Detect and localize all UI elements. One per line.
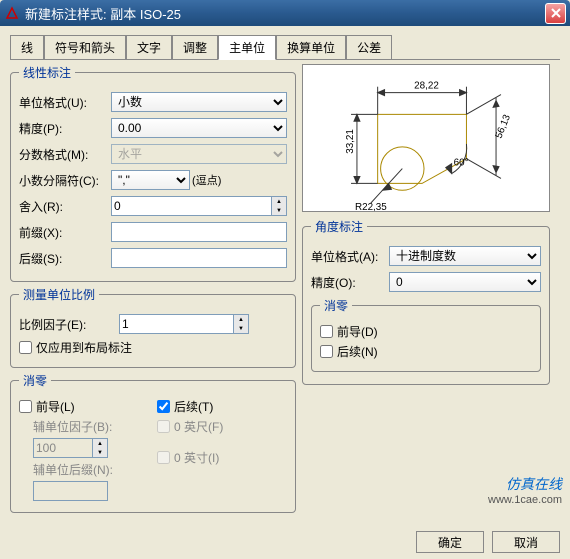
round-label: 舍入(R): [19, 198, 111, 215]
title-bar: 新建标注样式: 副本 ISO-25 [0, 0, 570, 26]
prefix-input[interactable] [111, 222, 287, 242]
app-icon [4, 5, 20, 21]
decimal-separator-hint: (逗点) [192, 170, 287, 190]
leading-zero-label[interactable]: 前导(L) [36, 398, 75, 415]
sub-unit-suffix-input [33, 481, 108, 501]
prefix-label: 前缀(X): [19, 224, 111, 241]
spin-up-icon: ▲ [272, 197, 286, 206]
tab-tolerances[interactable]: 公差 [346, 35, 392, 60]
dimension-preview: 28,22 33,21 R22,35 56,13 60° [302, 64, 550, 212]
linear-dimensions-group: 线性标注 单位格式(U): 小数 精度(P): 0.00 分数格式(M): [10, 64, 296, 282]
trailing-zero-checkbox[interactable] [157, 400, 170, 413]
angular-dimensions-group: 角度标注 单位格式(A): 十进制度数 精度(O): 0 消零 [302, 218, 550, 385]
scale-factor-spinner[interactable]: ▲▼ [234, 314, 249, 334]
suppress-linear-legend: 消零 [19, 372, 51, 389]
suffix-input[interactable] [111, 248, 287, 268]
ok-button[interactable]: 确定 [416, 531, 484, 553]
linear-suppress-group: 消零 前导(L) 辅单位因子(B): ▲▼ [10, 372, 296, 513]
preview-dim-left: 33,21 [345, 129, 356, 154]
angular-precision-label: 精度(O): [311, 274, 389, 291]
sub-unit-factor-spinner: ▲▼ [93, 438, 108, 458]
suppress-angular-legend: 消零 [320, 297, 352, 314]
fraction-format-label: 分数格式(M): [19, 146, 111, 163]
round-input[interactable] [111, 196, 272, 216]
angular-leading-label[interactable]: 前导(D) [337, 323, 378, 340]
tab-alternate-units[interactable]: 换算单位 [276, 35, 346, 60]
tab-text[interactable]: 文字 [126, 35, 172, 60]
angular-legend: 角度标注 [311, 218, 367, 235]
scale-legend: 测量单位比例 [19, 286, 99, 303]
layout-only-label[interactable]: 仅应用到布局标注 [36, 339, 132, 356]
scale-factor-label: 比例因子(E): [19, 316, 119, 333]
angular-unit-format-select[interactable]: 十进制度数 [389, 246, 541, 266]
inches-checkbox [157, 451, 170, 464]
angular-precision-select[interactable]: 0 [389, 272, 541, 292]
spin-up-icon: ▲ [234, 315, 248, 324]
angular-suppress-group: 消零 前导(D) 后续(N) [311, 297, 541, 372]
tab-line[interactable]: 线 [10, 35, 44, 60]
unit-format-label: 单位格式(U): [19, 94, 111, 111]
precision-label: 精度(P): [19, 120, 111, 137]
window-title: 新建标注样式: 副本 ISO-25 [25, 4, 545, 23]
angular-unit-format-label: 单位格式(A): [311, 248, 389, 265]
angular-trailing-checkbox[interactable] [320, 345, 333, 358]
tab-fit[interactable]: 调整 [172, 35, 218, 60]
spin-down-icon: ▼ [234, 324, 248, 333]
tab-symbols-arrows[interactable]: 符号和箭头 [44, 35, 126, 60]
decimal-separator-label: 小数分隔符(C): [19, 172, 111, 189]
preview-dim-radius: R22,35 [355, 202, 387, 211]
round-spinner[interactable]: ▲▼ [272, 196, 287, 216]
sub-unit-factor-input [33, 438, 93, 458]
preview-dim-top: 28,22 [414, 81, 439, 92]
sub-unit-suffix-label: 辅单位后缀(N): [33, 461, 113, 478]
close-button[interactable] [545, 3, 566, 24]
spin-down-icon: ▼ [93, 448, 107, 457]
spin-up-icon: ▲ [93, 439, 107, 448]
tab-primary-units[interactable]: 主单位 [218, 35, 276, 60]
fraction-format-select: 水平 [111, 144, 287, 164]
dialog-buttons: 确定 取消 [0, 525, 570, 559]
suffix-label: 后缀(S): [19, 250, 111, 267]
angular-leading-checkbox[interactable] [320, 325, 333, 338]
angular-trailing-label[interactable]: 后续(N) [337, 343, 378, 360]
dialog-content: 线 符号和箭头 文字 调整 主单位 换算单位 公差 线性标注 单位格式(U): … [0, 26, 570, 525]
measurement-scale-group: 测量单位比例 比例因子(E): ▲▼ 仅应用到布局标注 [10, 286, 296, 368]
unit-format-select[interactable]: 小数 [111, 92, 287, 112]
tab-strip: 线 符号和箭头 文字 调整 主单位 换算单位 公差 [10, 34, 560, 60]
preview-dim-angle: 60° [454, 158, 469, 169]
feet-checkbox [157, 420, 170, 433]
precision-select[interactable]: 0.00 [111, 118, 287, 138]
leading-zero-checkbox[interactable] [19, 400, 32, 413]
scale-factor-input[interactable] [119, 314, 234, 334]
decimal-separator-select[interactable]: "," [111, 170, 190, 190]
linear-legend: 线性标注 [19, 64, 75, 81]
layout-only-checkbox[interactable] [19, 341, 32, 354]
feet-label: 0 英尺(F) [174, 418, 223, 435]
sub-unit-factor-label: 辅单位因子(B): [33, 418, 113, 435]
cancel-button[interactable]: 取消 [492, 531, 560, 553]
spin-down-icon: ▼ [272, 206, 286, 215]
inches-label: 0 英寸(I) [174, 449, 219, 466]
trailing-zero-label[interactable]: 后续(T) [174, 398, 213, 415]
